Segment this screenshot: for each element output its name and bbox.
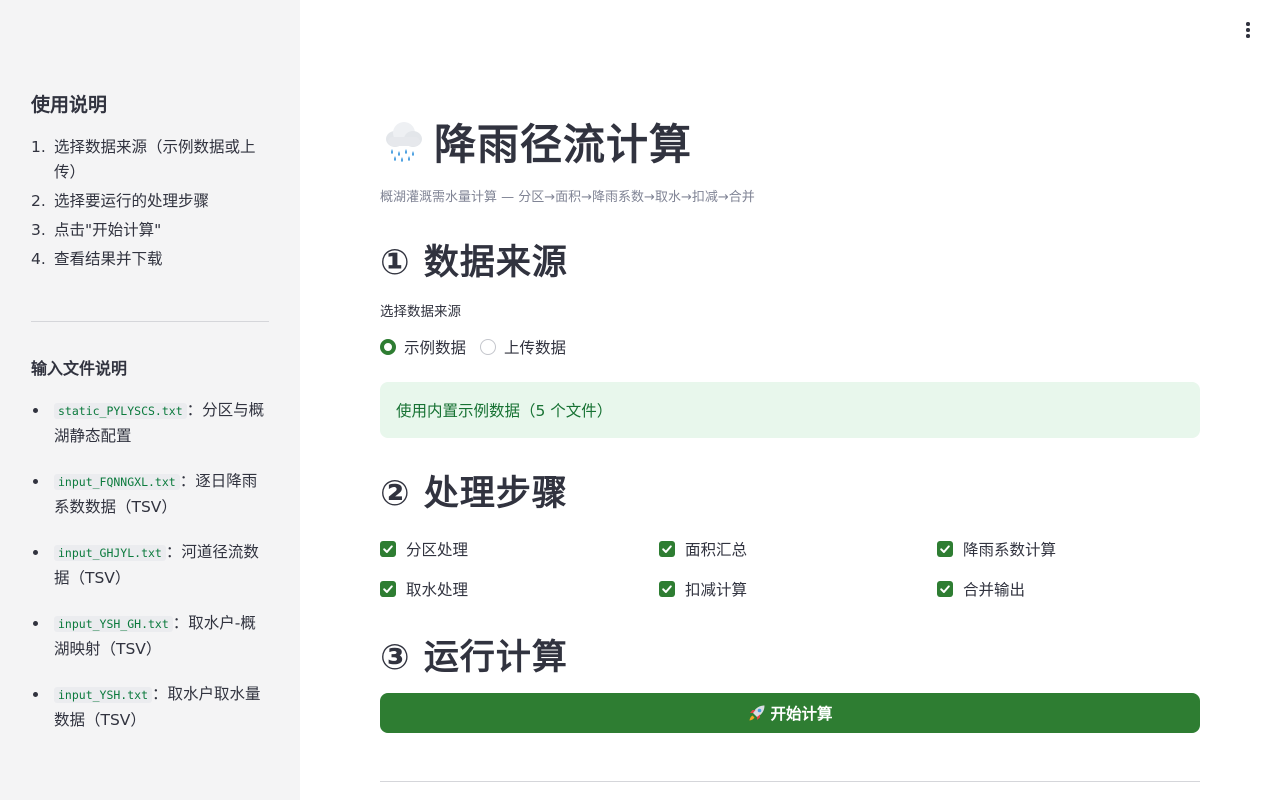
list-item: static_PYLYSCS.txt ：分区与概湖静态配置 <box>31 398 271 449</box>
usage-steps-list: 1. 选择数据来源（示例数据或上传） 2. 选择要运行的处理步骤 3. 点击"开始计算… <box>31 135 271 276</box>
checkbox-label: 面积汇总 <box>685 541 748 559</box>
page-caption: 概湖灌溉需水量计算 — 分区→面积→降雨系数→取水→扣减→合并 <box>380 190 755 205</box>
file-name: static_PYLYSCS.txt <box>54 403 187 419</box>
checkbox-partition[interactable]: 分区处理 <box>380 537 659 561</box>
list-item: 3. 点击"开始计算" <box>31 221 162 239</box>
section-run-heading: ③ 运行计算 <box>380 638 568 678</box>
bullet <box>31 611 54 662</box>
radio-option-sample[interactable]: 示例数据 <box>380 336 466 358</box>
checkbox-area[interactable]: 面积汇总 <box>659 537 937 561</box>
checkbox-checked-icon[interactable] <box>937 581 953 597</box>
steps-checkbox-grid: 分区处理 面积汇总 降雨系数计算 取水处理 扣减计算 合并输出 <box>380 537 1200 601</box>
checkbox-checked-icon[interactable] <box>380 541 396 557</box>
file-name: input_YSH.txt <box>54 687 153 703</box>
data-source-radio-group: 示例数据 上传数据 <box>380 336 566 358</box>
radio-selected-indicator[interactable] <box>380 339 396 355</box>
info-alert: 使用内置示例数据（5 个文件） <box>380 382 1200 438</box>
start-calculation-button[interactable]: 开始计算 <box>380 693 1200 733</box>
list-item: 4. 查看结果并下载 <box>31 250 163 268</box>
file-name: input_GHJYL.txt <box>54 545 166 561</box>
section-steps-heading: ② 处理步骤 <box>380 474 568 514</box>
list-item: input_YSH.txt ：取水户取水量数据（TSV） <box>31 682 271 733</box>
start-calculation-label: 开始计算 <box>770 705 833 723</box>
usage-title: 使用说明 <box>31 94 108 116</box>
sidebar: 使用说明 1. 选择数据来源（示例数据或上传） 2. 选择要运行的处理步骤 3. 点击… <box>0 0 300 800</box>
bullet <box>31 398 54 449</box>
checkbox-checked-icon[interactable] <box>659 581 675 597</box>
list-item: input_FQNNGXL.txt ：逐日降雨系数数据（TSV） <box>31 469 271 520</box>
files-title: 输入文件说明 <box>31 359 128 378</box>
radio-option-label: 示例数据 <box>404 339 467 357</box>
checkbox-deduction[interactable]: 扣减计算 <box>659 577 937 601</box>
section-data-source-heading: ① 数据来源 <box>380 243 568 283</box>
checkbox-rainfall-coef[interactable]: 降雨系数计算 <box>937 537 1200 561</box>
radio-indicator[interactable] <box>480 339 497 355</box>
checkbox-label: 分区处理 <box>406 541 469 559</box>
file-name: input_FQNNGXL.txt <box>54 474 180 490</box>
checkbox-label: 降雨系数计算 <box>963 541 1057 559</box>
radio-option-label: 上传数据 <box>504 339 567 357</box>
page-header: 降雨径流计算 <box>380 112 692 170</box>
cloud-rain-icon <box>386 122 422 162</box>
radio-option-upload[interactable]: 上传数据 <box>480 336 566 358</box>
page-title: 降雨径流计算 <box>434 119 693 169</box>
checkbox-water-intake[interactable]: 取水处理 <box>380 577 659 601</box>
sidebar-divider <box>31 321 269 322</box>
info-alert-text: 使用内置示例数据（5 个文件） <box>396 402 613 420</box>
checkbox-label: 扣减计算 <box>685 581 748 599</box>
checkbox-merge-output[interactable]: 合并输出 <box>937 577 1200 601</box>
checkbox-checked-icon[interactable] <box>380 581 396 597</box>
list-item: input_YSH_GH.txt ：取水户-概湖映射（TSV） <box>31 611 271 662</box>
list-item: input_GHJYL.txt ：河道径流数据（TSV） <box>31 540 271 591</box>
radio-group-label: 选择数据来源 <box>380 304 461 320</box>
main-content: 降雨径流计算 概湖灌溉需水量计算 — 分区→面积→降雨系数→取水→扣减→合并 ①… <box>380 0 1200 800</box>
rocket-icon <box>749 705 765 721</box>
kebab-menu-icon <box>1246 22 1250 26</box>
list-item: 1. 选择数据来源（示例数据或上传） <box>31 138 256 181</box>
list-item: 2. 选择要运行的处理步骤 <box>31 192 210 210</box>
checkbox-checked-icon[interactable] <box>937 541 953 557</box>
checkbox-label: 合并输出 <box>963 581 1026 599</box>
file-name: input_YSH_GH.txt <box>54 616 173 632</box>
main-menu-button[interactable] <box>1236 18 1260 42</box>
main-divider <box>380 781 1200 782</box>
files-list: static_PYLYSCS.txt ：分区与概湖静态配置 input_FQNNG… <box>31 398 271 753</box>
bullet <box>31 469 54 520</box>
checkbox-label: 取水处理 <box>406 581 469 599</box>
bullet <box>31 540 54 591</box>
bullet <box>31 682 54 733</box>
checkbox-checked-icon[interactable] <box>659 541 675 557</box>
